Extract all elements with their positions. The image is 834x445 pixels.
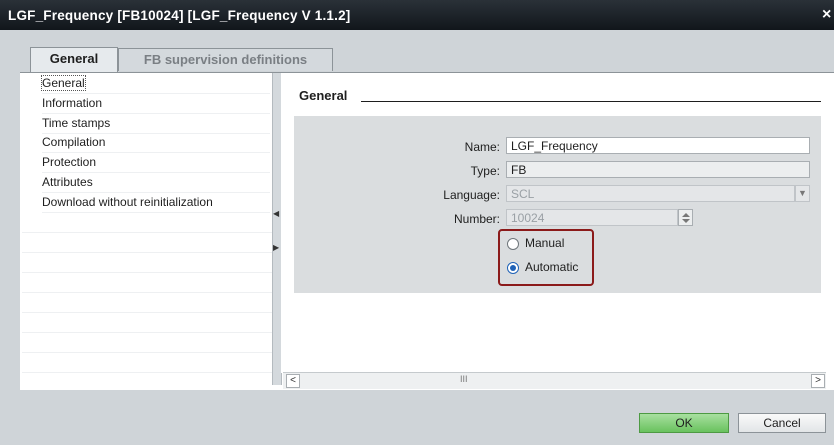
nav-row-divider — [22, 352, 272, 353]
nav-item-information[interactable]: Information — [42, 93, 270, 114]
collapse-left-icon[interactable]: ◀ — [273, 206, 279, 222]
nav-row-divider — [22, 372, 272, 373]
nav-item-attributes[interactable]: Attributes — [42, 172, 270, 193]
nav-item-download-without-reinitialization[interactable]: Download without reinitialization — [42, 192, 270, 213]
nav-item-protection[interactable]: Protection — [42, 152, 270, 173]
scroll-grip-icon[interactable]: III — [460, 374, 468, 384]
chevron-down-icon: ▼ — [795, 185, 810, 202]
nav-item-general[interactable]: General — [41, 73, 270, 94]
nav-row-divider — [22, 252, 272, 253]
name-field[interactable]: LGF_Frequency — [506, 137, 810, 154]
ok-button[interactable]: OK — [639, 413, 729, 433]
tab-general[interactable]: General — [30, 47, 118, 73]
section-rule — [361, 101, 821, 102]
nav-row-divider — [22, 312, 272, 313]
nav-item-label: Time stamps — [42, 116, 111, 130]
tab-label: General — [49, 51, 99, 66]
title-bar[interactable]: LGF_Frequency [FB10024] [LGF_Frequency V… — [0, 0, 834, 30]
type-label: Type: — [470, 164, 500, 178]
close-icon[interactable]: × — [822, 6, 831, 24]
type-field: FB — [506, 161, 810, 178]
nav-item-label: Protection — [42, 155, 97, 169]
number-stepper-icon — [678, 209, 693, 226]
tab-fb-supervision-definitions[interactable]: FB supervision definitions — [118, 48, 333, 71]
window-title: LGF_Frequency [FB10024] [LGF_Frequency V… — [8, 8, 351, 23]
tab-label: FB supervision definitions — [143, 52, 308, 67]
manual-radio-label[interactable]: Manual — [525, 236, 564, 250]
name-label: Name: — [464, 140, 500, 154]
language-select: SCL — [506, 185, 795, 202]
cancel-button[interactable]: Cancel — [738, 413, 826, 433]
nav-row-divider — [22, 292, 272, 293]
section-title: General — [299, 88, 348, 103]
nav-item-label: General — [41, 75, 86, 91]
nav-item-label: Information — [42, 96, 103, 110]
automatic-radio[interactable] — [507, 262, 519, 274]
automatic-radio-label[interactable]: Automatic — [525, 260, 578, 274]
expand-right-icon[interactable]: ▶ — [273, 240, 279, 256]
nav-item-label: Compilation — [42, 135, 106, 149]
nav-item-time-stamps[interactable]: Time stamps — [42, 113, 270, 134]
number-label: Number: — [453, 212, 500, 226]
dialog-window: LGF_Frequency [FB10024] [LGF_Frequency V… — [0, 0, 834, 445]
stepper-down-icon — [682, 219, 690, 223]
manual-radio[interactable] — [507, 238, 519, 250]
nav-item-compilation[interactable]: Compilation — [42, 132, 270, 153]
stepper-up-icon — [682, 213, 690, 217]
nav-item-label: Attributes — [42, 175, 93, 189]
nav-row-divider — [22, 272, 272, 273]
horizontal-scrollbar[interactable] — [283, 372, 826, 389]
number-field: 10024 — [506, 209, 678, 226]
nav-row-divider — [22, 232, 272, 233]
language-label: Language: — [443, 188, 500, 202]
nav-item-label: Download without reinitialization — [42, 195, 213, 209]
nav-row-divider — [22, 332, 272, 333]
scroll-left-icon[interactable]: < — [286, 374, 300, 388]
scroll-right-icon[interactable]: > — [811, 374, 825, 388]
